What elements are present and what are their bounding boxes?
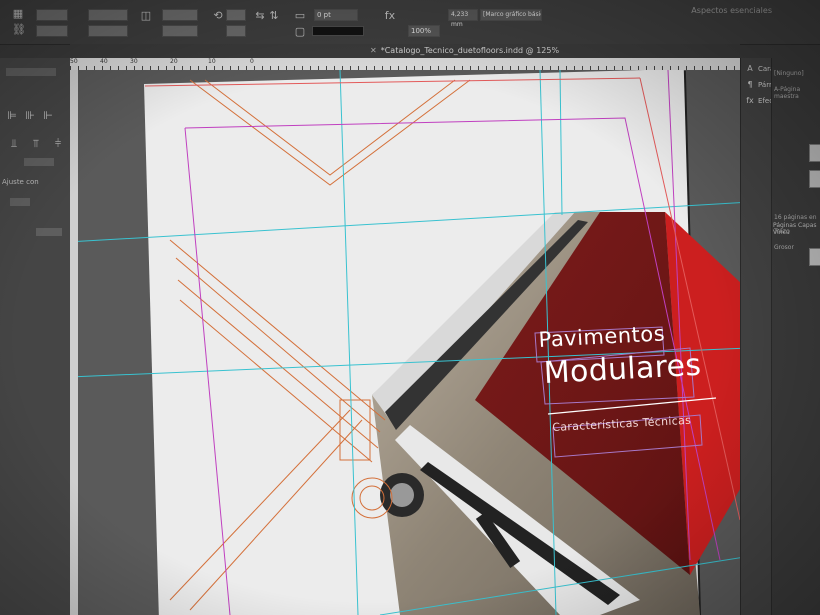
page-artwork bbox=[78, 70, 740, 615]
page-thumbnail[interactable] bbox=[809, 170, 820, 188]
tab-layers[interactable]: Capas bbox=[798, 222, 816, 229]
tab-links[interactable]: Víncu bbox=[773, 229, 790, 236]
right-panel-dock: ACarácter ¶Párrafo fxEfectos [Ninguno] A… bbox=[740, 58, 820, 615]
page-thumbnail[interactable] bbox=[809, 144, 820, 162]
indesign-window: ▦ ⛓ ◫ ⟲ ⇆ ⇅ ▭ ▢ 0 pt fx 100% 4,233 mm [M… bbox=[0, 0, 820, 615]
character-icon: A bbox=[747, 64, 753, 73]
effects-icon: fx bbox=[746, 96, 754, 105]
paragraph-icon: ¶ bbox=[747, 80, 753, 89]
stroke-weight-label: Grosor bbox=[774, 244, 794, 251]
tab-pages[interactable]: Páginas bbox=[773, 222, 796, 229]
page-thumbnail[interactable] bbox=[809, 248, 820, 266]
pedestal-center bbox=[390, 483, 414, 507]
master-page-label[interactable]: A-Página maestra bbox=[774, 86, 820, 100]
pages-panel: [Ninguno] A-Página maestra 16 páginas en… bbox=[771, 58, 820, 615]
page-count-label: 16 páginas en bbox=[774, 214, 817, 221]
none-master-label[interactable]: [Ninguno] bbox=[774, 70, 804, 77]
panel-tabs: Páginas Capas Víncu bbox=[773, 222, 820, 236]
